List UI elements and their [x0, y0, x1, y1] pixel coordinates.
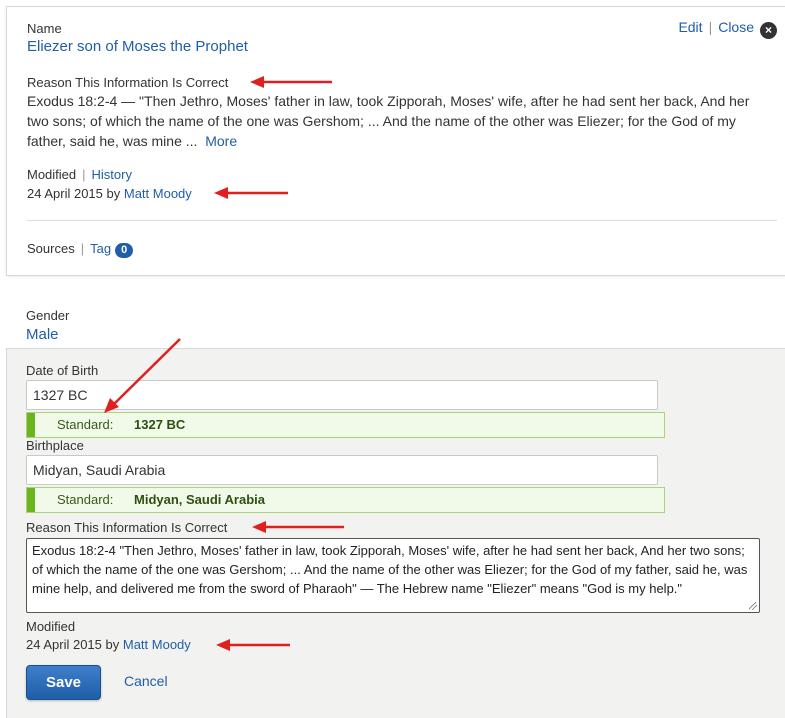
name-label: Name [27, 21, 62, 36]
name-value: Eliezer son of Moses the Prophet [27, 38, 248, 55]
separator: | [80, 241, 85, 256]
modified-info: 24 April 2015 by Matt Moody [27, 186, 192, 201]
birthplace-label: Birthplace [26, 438, 84, 453]
edit-modified-date: 24 April 2015 by [26, 637, 120, 652]
dob-label: Date of Birth [26, 363, 99, 378]
standard-bar [27, 413, 35, 437]
divider [27, 220, 777, 221]
standard-value: Midyan, Saudi Arabia [134, 492, 265, 507]
modified-label: Modified [27, 167, 77, 182]
reason-textarea[interactable]: Exodus 18:2-4 "Then Jethro, Moses' fathe… [26, 538, 760, 613]
gender-value: Male [26, 326, 59, 343]
edit-modified-user-link[interactable]: Matt Moody [123, 637, 191, 652]
standard-label: Standard: [57, 492, 114, 507]
edit-modified-label: Modified [26, 619, 76, 634]
tag-link[interactable]: Tag [90, 241, 111, 256]
sources-label: Sources [27, 241, 75, 256]
reason-text: Exodus 18:2-4 — "Then Jethro, Moses' fat… [27, 91, 775, 151]
modified-date: 24 April 2015 by [27, 186, 121, 201]
more-link[interactable]: More [205, 133, 237, 149]
card-actions: Edit | Close × [678, 19, 777, 39]
annotation-arrow [216, 639, 290, 651]
separator: | [82, 167, 86, 182]
gender-label: Gender [26, 308, 70, 323]
reason-text-content: Exodus 18:2-4 — "Then Jethro, Moses' fat… [27, 93, 750, 149]
close-link[interactable]: Close [718, 19, 754, 35]
separator: | [708, 19, 713, 35]
birthplace-input[interactable]: Midyan, Saudi Arabia [26, 455, 658, 485]
standard-value: 1327 BC [134, 417, 186, 432]
annotation-arrow [252, 521, 344, 533]
annotation-arrow [104, 338, 181, 413]
history-link[interactable]: History [92, 167, 132, 182]
annotation-arrow [250, 76, 332, 88]
edit-modified-info: 24 April 2015 by Matt Moody [26, 637, 191, 652]
standard-bar [27, 488, 35, 512]
edit-reason-label: Reason This Information Is Correct [26, 520, 228, 535]
standard-label: Standard: [57, 417, 114, 432]
birthplace-standard-badge: Standard: Midyan, Saudi Arabia [26, 487, 665, 513]
edit-link[interactable]: Edit [678, 19, 702, 35]
modified-row: Modified | History [27, 167, 132, 182]
summary-card: Name Eliezer son of Moses the Prophet Ed… [6, 6, 785, 276]
annotation-arrow [214, 187, 288, 199]
save-button[interactable]: Save [26, 665, 101, 700]
reason-label: Reason This Information Is Correct [27, 75, 229, 90]
resize-handle[interactable] [749, 602, 757, 610]
sources-row: Sources | Tag 0 [27, 241, 134, 258]
tag-count-badge[interactable]: 0 [115, 243, 134, 258]
reason-textarea-text: Exodus 18:2-4 "Then Jethro, Moses' fathe… [32, 543, 748, 596]
modified-user-link[interactable]: Matt Moody [124, 186, 192, 201]
close-icon[interactable]: × [760, 22, 777, 39]
cancel-link[interactable]: Cancel [124, 673, 168, 689]
